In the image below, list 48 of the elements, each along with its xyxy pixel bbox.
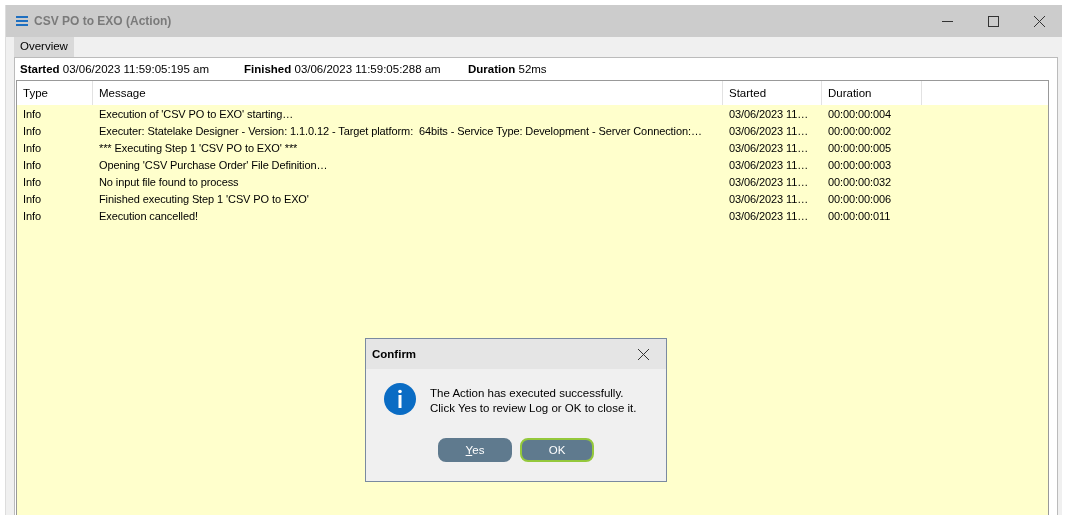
- table-cell-text: *** Executing Step 1 'CSV PO to EXO' ***: [98, 141, 299, 154]
- table-cell-text: Info: [22, 192, 42, 205]
- table-cell-text: 00:00:00:002: [827, 124, 893, 137]
- table-cell-text: 03/06/2023 11…: [728, 158, 810, 171]
- table-cell-text: Info: [22, 209, 42, 222]
- menu-icon[interactable]: [16, 16, 28, 26]
- dialog-button[interactable]: Yes: [438, 438, 512, 462]
- table-cell-text: 00:00:00:032: [827, 175, 893, 188]
- table-cell-text: Info: [22, 175, 42, 188]
- dialog-title: Confirm: [372, 348, 418, 360]
- column-header[interactable]: Message: [93, 81, 723, 105]
- table-cell-text: No input file found to process: [98, 175, 240, 188]
- dialog-message: The Action has executed successfully.: [430, 386, 625, 401]
- table-cell-text: Info: [22, 124, 42, 137]
- table-cell-text: Executer: Statelake Designer - Version: 1.1.0.12 - Target platform: 64bits - Service Type: Development - Server Connection:…: [98, 124, 703, 137]
- table-cell-text: Finished executing Step 1 'CSV PO to EXO': [98, 192, 310, 205]
- dialog-message: Click Yes to review Log or OK to close it.: [430, 401, 637, 416]
- table-cell-text: 03/06/2023 11…: [728, 124, 810, 137]
- tab[interactable]: Overview: [14, 37, 74, 57]
- column-header[interactable]: Duration: [822, 81, 922, 105]
- table-cell-text: Info: [22, 107, 42, 120]
- table-cell-text: Info: [22, 158, 42, 171]
- close-icon[interactable]: [637, 348, 649, 360]
- table-cell-text: 03/06/2023 11…: [728, 107, 810, 120]
- table-cell-text: Info: [22, 141, 42, 154]
- table-cell-text: 03/06/2023 11…: [728, 209, 810, 222]
- table-cell-text: 03/06/2023 11…: [728, 175, 810, 188]
- summary-field: Started 03/06/2023 11:59:05:195 am: [20, 63, 244, 75]
- table-cell-text: 00:00:00:003: [827, 158, 893, 171]
- close-icon[interactable]: [1033, 15, 1045, 27]
- table-cell-text: Execution cancelled!: [98, 209, 199, 222]
- table-cell-text: 00:00:00:004: [827, 107, 893, 120]
- table-cell-text: 03/06/2023 11…: [728, 192, 810, 205]
- table-cell-text: Execution of 'CSV PO to EXO' starting…: [98, 107, 295, 120]
- maximize-icon[interactable]: [987, 15, 999, 27]
- summary-field: Duration 52ms: [468, 63, 692, 75]
- table-cell-text: 00:00:00:005: [827, 141, 893, 154]
- info-icon: [384, 383, 416, 415]
- table-cell-text: 03/06/2023 11…: [728, 141, 810, 154]
- summary-field: Finished 03/06/2023 11:59:05:288 am: [244, 63, 468, 75]
- column-header[interactable]: Started: [723, 81, 822, 105]
- minimize-icon[interactable]: [941, 20, 953, 22]
- table-cell-text: 00:00:00:011: [827, 209, 892, 222]
- dialog-button[interactable]: OK: [520, 438, 594, 462]
- table-cell-text: Opening 'CSV Purchase Order' File Definition…: [98, 158, 329, 171]
- window-title: CSV PO to EXO (Action): [34, 14, 173, 28]
- table-cell-text: 00:00:00:006: [827, 192, 893, 205]
- column-header[interactable]: Type: [17, 81, 93, 105]
